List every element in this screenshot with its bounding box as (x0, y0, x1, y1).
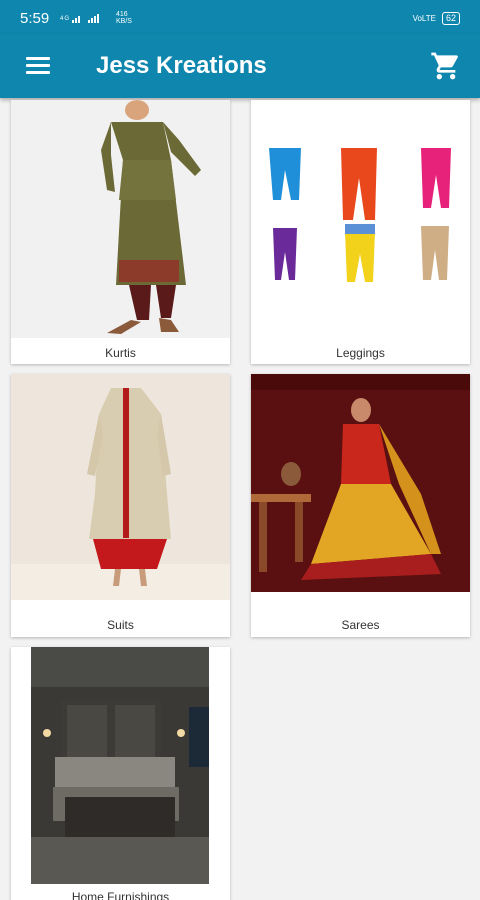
app-bar: Jess Kreations (0, 34, 480, 98)
speed-unit: KB/S (116, 18, 132, 25)
network-speed: 416 KB/S (116, 11, 132, 25)
speed-value: 416 (116, 11, 128, 18)
category-label: Suits (107, 618, 134, 632)
kurti-image (11, 100, 230, 338)
menu-icon[interactable] (22, 54, 54, 78)
cart-icon[interactable] (430, 50, 462, 82)
category-label: Sarees (341, 618, 380, 632)
category-card-kurtis[interactable]: Kurtis (11, 100, 230, 364)
status-right: VoLTE 62 (413, 12, 460, 25)
leggings-image (251, 100, 470, 338)
category-label: Kurtis (105, 346, 136, 360)
battery-icon: 62 (441, 12, 460, 25)
category-label: Home Furnishings (71, 890, 170, 900)
volte-icon: VoLTE (412, 14, 436, 23)
category-card-sarees[interactable]: Sarees (251, 374, 470, 637)
app-title: Jess Kreations (96, 52, 267, 79)
suit-image (11, 374, 230, 600)
signal-icon: 4G (60, 12, 110, 26)
category-label: Leggings (336, 346, 385, 360)
status-bar: 5:59 4G 416 KB/S VoLTE 62 (0, 0, 480, 34)
category-grid: Kurtis Leggings Suits Sarees Home Furnis… (0, 98, 480, 900)
bedroom-image (31, 647, 209, 884)
status-time: 5:59 (20, 10, 50, 27)
category-card-leggings[interactable]: Leggings (251, 100, 470, 364)
category-card-home-furnishings[interactable]: Home Furnishings (11, 647, 230, 900)
category-card-suits[interactable]: Suits (11, 374, 230, 637)
saree-image (251, 374, 470, 592)
svg-text:4G: 4G (60, 16, 70, 22)
